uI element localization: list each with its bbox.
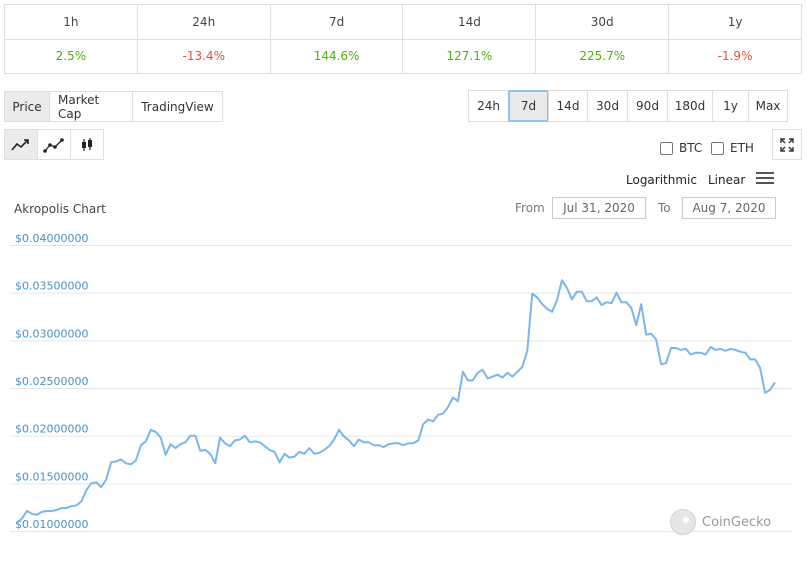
change-value-30d: 225.7% — [535, 38, 670, 74]
change-header-1h: 1h — [4, 4, 138, 40]
change-header-30d: 30d — [535, 4, 670, 40]
y-tick-label: $0.03500000 — [15, 280, 88, 293]
to-date-input[interactable]: Aug 7, 2020 — [682, 197, 776, 219]
price-change-table: 1h 24h 7d 14d 30d 1y 2.5% -13.4% 144.6% … — [4, 4, 802, 74]
eth-checkbox-label: ETH — [730, 141, 754, 155]
change-value-1y: -1.9% — [668, 38, 802, 74]
line-markers-chart-icon — [43, 137, 64, 153]
tradingview-tab[interactable]: TradingView — [132, 91, 223, 122]
range-30d-button[interactable]: 30d — [587, 90, 628, 122]
change-header-1y: 1y — [668, 4, 802, 40]
change-value-1h: 2.5% — [4, 38, 138, 74]
y-tick-label: $0.02500000 — [15, 375, 88, 388]
y-tick-label: $0.01500000 — [15, 470, 88, 483]
btc-compare-checkbox[interactable]: BTC — [660, 141, 702, 155]
candlestick-chart-icon — [82, 137, 92, 151]
price-series-line — [16, 279, 776, 524]
from-date-input[interactable]: Jul 31, 2020 — [552, 197, 646, 219]
change-header-24h: 24h — [136, 4, 271, 40]
btc-checkbox-box[interactable] — [660, 141, 673, 155]
watermark-text: CoinGecko — [702, 514, 772, 530]
range-24h-button[interactable]: 24h — [468, 90, 509, 122]
y-tick-label: $0.03000000 — [15, 327, 88, 340]
expand-icon — [780, 137, 794, 152]
line-chart-button[interactable] — [4, 129, 38, 160]
chart-type-group: Price Market Cap TradingView — [4, 91, 223, 122]
eth-checkbox-box[interactable] — [711, 141, 724, 155]
y-tick-label: $0.02000000 — [15, 423, 88, 436]
chart-style-group — [4, 129, 104, 160]
range-1y-button[interactable]: 1y — [712, 90, 749, 122]
candlestick-chart-button[interactable] — [70, 129, 104, 160]
fullscreen-button[interactable] — [772, 129, 802, 160]
change-value-7d: 144.6% — [269, 38, 404, 74]
line-markers-chart-button[interactable] — [37, 129, 71, 160]
change-header-7d: 7d — [269, 4, 404, 40]
price-line-chart: $0.04000000 $0.03500000 $0.03000000 $0.0250… — [10, 232, 792, 532]
market-cap-tab[interactable]: Market Cap — [49, 91, 133, 122]
range-7d-button[interactable]: 7d — [508, 90, 549, 122]
chart-menu-icon[interactable] — [756, 172, 774, 186]
from-label: From — [515, 201, 545, 215]
chart-title: Akropolis Chart — [14, 202, 106, 216]
btc-checkbox-label: BTC — [679, 141, 703, 155]
range-180d-button[interactable]: 180d — [667, 90, 713, 122]
change-header-row: 1h 24h 7d 14d 30d 1y — [4, 4, 802, 40]
range-90d-button[interactable]: 90d — [627, 90, 668, 122]
linear-toggle[interactable]: Linear — [708, 173, 745, 187]
y-tick-label: $0.04000000 — [15, 232, 88, 245]
change-value-24h: -13.4% — [136, 38, 271, 74]
eth-compare-checkbox[interactable]: ETH — [711, 141, 754, 155]
to-label: To — [658, 201, 671, 215]
price-tab[interactable]: Price — [4, 91, 50, 122]
range-14d-button[interactable]: 14d — [548, 90, 588, 122]
range-max-button[interactable]: Max — [748, 90, 788, 122]
line-chart-icon — [11, 138, 29, 151]
coingecko-watermark: CoinGecko — [670, 509, 771, 535]
coingecko-logo-icon — [670, 509, 696, 535]
logarithmic-toggle[interactable]: Logarithmic — [626, 173, 697, 187]
time-range-group: 24h 7d 14d 30d 90d 180d 1y Max — [468, 90, 788, 122]
change-header-14d: 14d — [402, 4, 537, 40]
change-value-row: 2.5% -13.4% 144.6% 127.1% 225.7% -1.9% — [4, 38, 802, 74]
y-tick-label: $0.01000000 — [15, 518, 88, 531]
change-value-14d: 127.1% — [402, 38, 537, 74]
